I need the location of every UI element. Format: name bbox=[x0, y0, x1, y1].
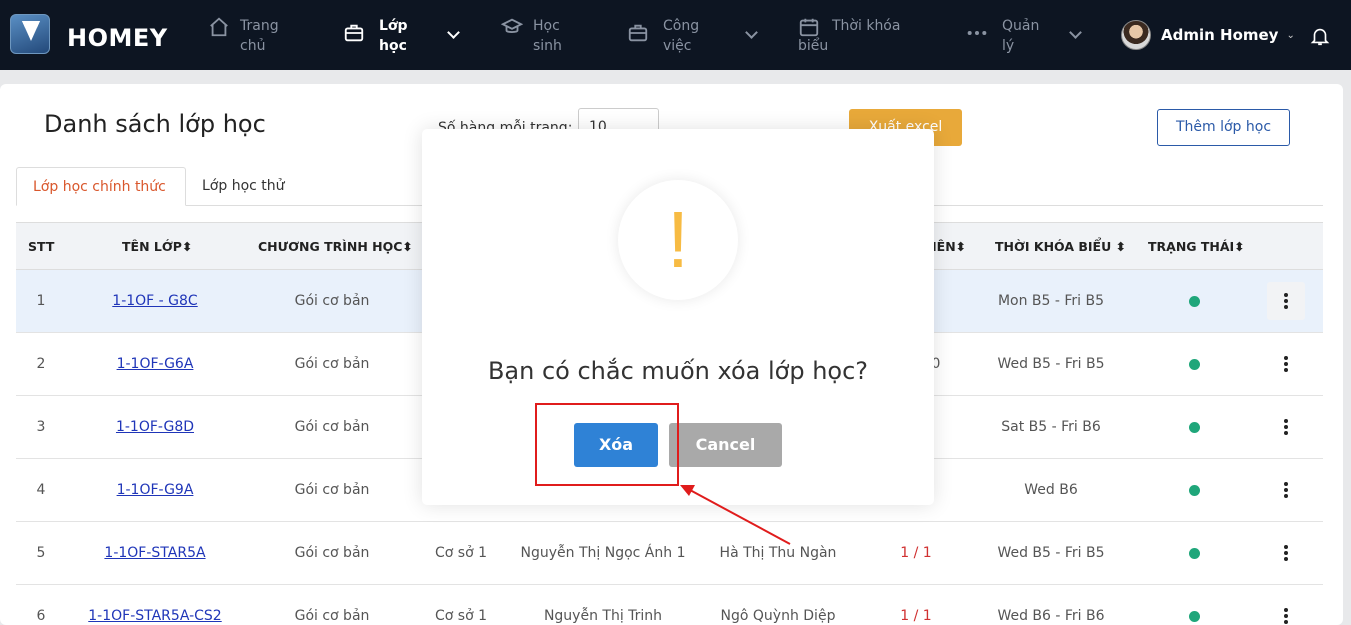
highlight-box bbox=[535, 403, 679, 486]
warning-icon: ! bbox=[618, 180, 738, 300]
confirm-question: Bạn có chắc muốn xóa lớp học? bbox=[487, 357, 869, 385]
cancel-button[interactable]: Cancel bbox=[669, 423, 782, 467]
